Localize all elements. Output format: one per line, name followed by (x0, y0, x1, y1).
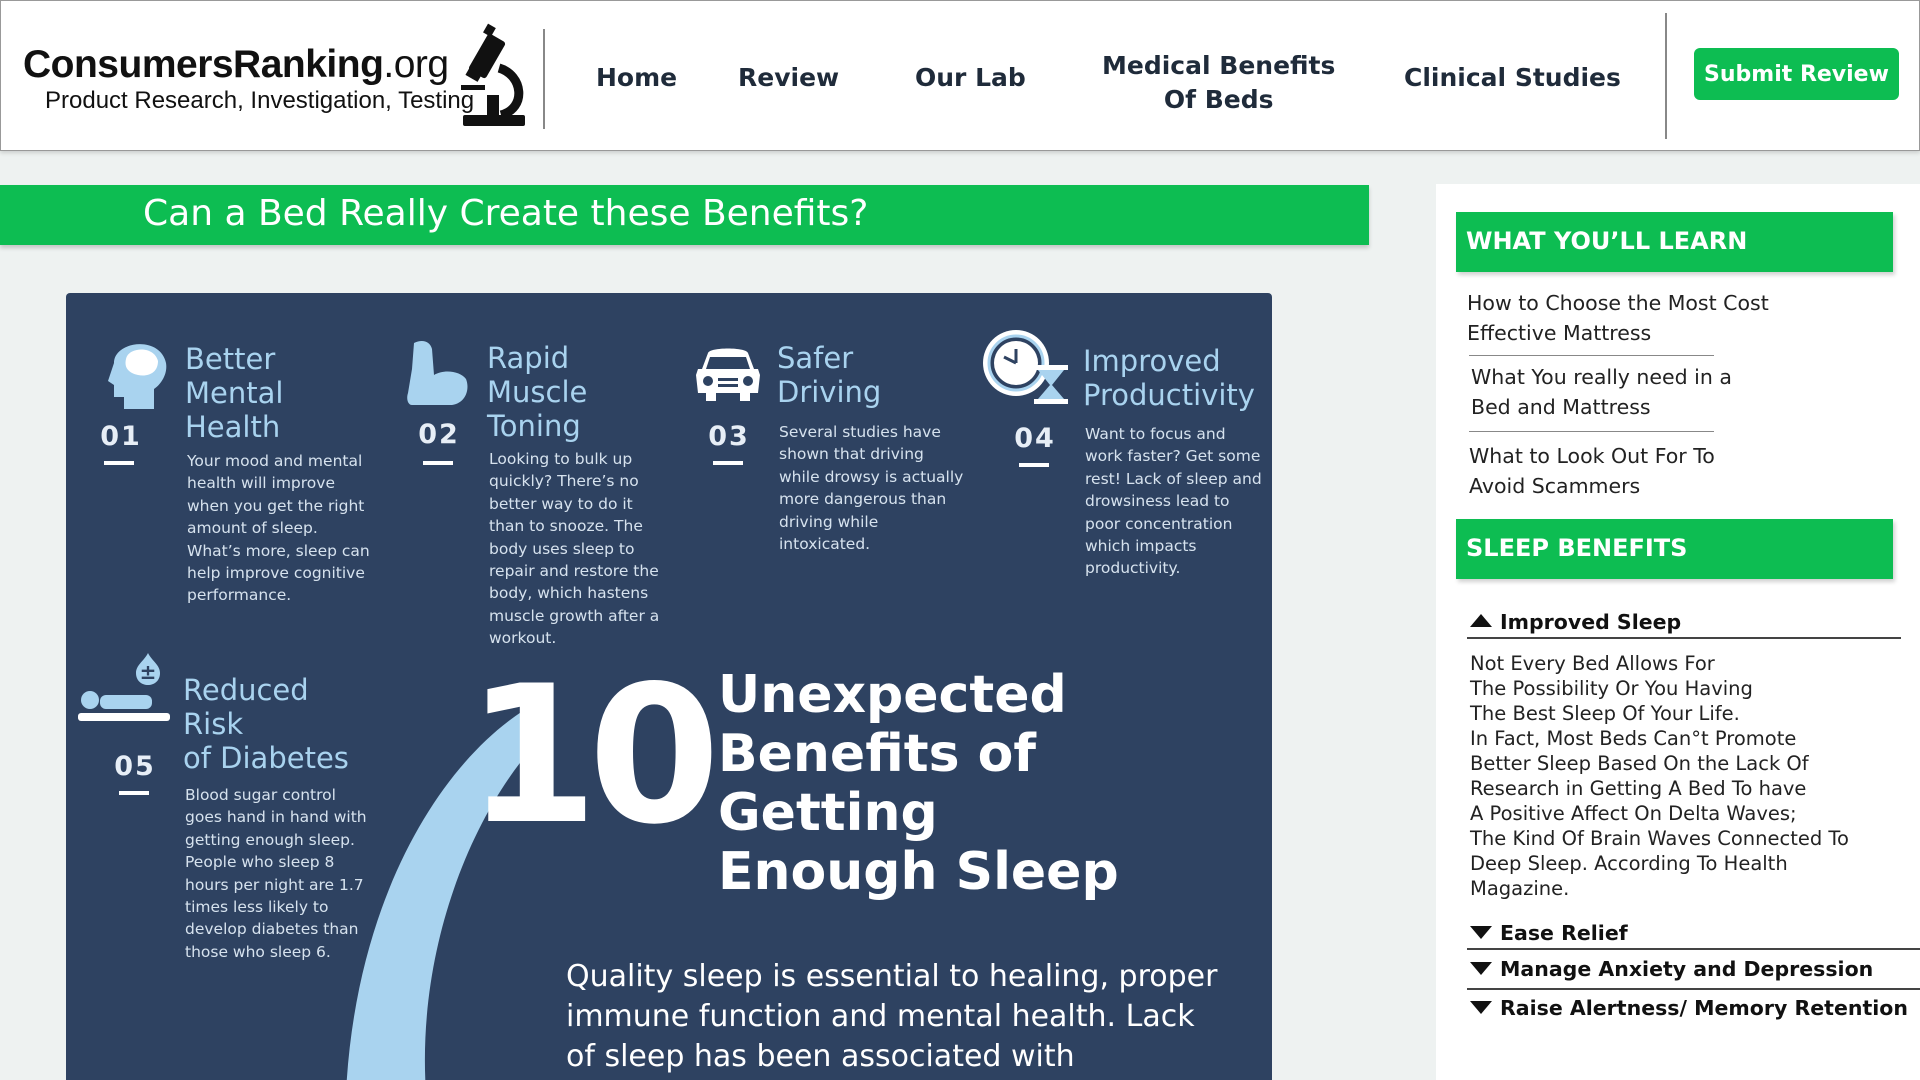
big-number: 10 (466, 645, 720, 866)
nav-review[interactable]: Review (738, 61, 839, 95)
learn-heading: WHAT YOU’LL LEARN (1466, 227, 1748, 255)
caret-down-icon (1470, 926, 1492, 939)
benefit-2-number: 02 (418, 419, 460, 450)
header-divider-right (1665, 13, 1667, 139)
infographic-title: Unexpected Benefits of Getting Enough Sl… (718, 665, 1119, 902)
benefit-2-title: Rapid Muscle Toning (487, 341, 588, 443)
learn-divider (1469, 355, 1714, 356)
nav-home[interactable]: Home (596, 61, 677, 95)
benefit-1-title: Better Mental Health (185, 342, 284, 444)
sleep-benefits-heading: SLEEP BENEFITS (1466, 534, 1688, 562)
logo-brand: ConsumersRanking.org (23, 43, 449, 86)
benefit-2-dash (423, 461, 453, 465)
accordion-manage-anxiety[interactable]: Manage Anxiety and Depression (1470, 956, 1873, 982)
learn-divider (1469, 431, 1714, 432)
learn-item-avoid-scammers[interactable]: What to Look Out For To Avoid Scammers (1469, 441, 1715, 501)
logo-tagline: Product Research, Investigation, Testing (45, 87, 475, 114)
benefit-2-desc: Looking to bulk up quickly? There’s no b… (489, 450, 660, 648)
brain-head-icon (108, 344, 167, 409)
section-heading-bar: Can a Bed Really Create these Benefits? (0, 185, 1369, 245)
benefit-4-title: Improved Productivity (1083, 344, 1255, 412)
learn-item-what-you-need[interactable]: What You really need in a Bed and Mattre… (1471, 362, 1732, 422)
accordion-raise-alertness[interactable]: Raise Alertness/ Memory Retention (1470, 995, 1908, 1021)
benefit-5-title: Reduced Risk of Diabetes (183, 673, 349, 775)
benefit-3-number: 03 (708, 421, 750, 452)
benefit-4-desc: Want to focus and work faster? Get some … (1085, 425, 1262, 578)
benefit-4-dash (1019, 463, 1049, 467)
site-header: ConsumersRanking.org Product Research, I… (0, 0, 1920, 151)
sleeping-person-icon: ± (78, 653, 170, 721)
benefit-5-number: 05 (114, 751, 156, 782)
clock-hourglass-icon (983, 330, 1068, 404)
benefit-3-title: Safer Driving (777, 341, 882, 409)
accordion-divider (1467, 637, 1901, 639)
accordion-divider (1467, 948, 1920, 950)
infographic-quote: Quality sleep is essential to healing, p… (566, 959, 1218, 1080)
car-icon (696, 348, 760, 401)
section-heading: Can a Bed Really Create these Benefits? (143, 193, 869, 234)
benefit-4-number: 04 (1014, 423, 1056, 454)
header-divider (543, 29, 545, 129)
site-logo[interactable]: ConsumersRanking.org Product Research, I… (23, 43, 475, 133)
accordion-improved-sleep[interactable]: Improved Sleep (1470, 609, 1681, 635)
benefit-3-dash (713, 461, 743, 465)
accordion-divider (1467, 988, 1920, 990)
learn-item-cost-effective[interactable]: How to Choose the Most Cost Effective Ma… (1467, 288, 1769, 348)
nav-medical-benefits[interactable]: Medical Benefits Of Beds (1102, 49, 1335, 117)
benefit-1-number: 01 (100, 421, 142, 452)
flexed-arm-icon (407, 341, 468, 405)
caret-down-icon (1470, 962, 1492, 975)
caret-down-icon (1470, 1001, 1492, 1014)
submit-review-button[interactable]: Submit Review (1694, 48, 1899, 100)
improved-sleep-content: Not Every Bed Allows For The Possibility… (1470, 652, 1849, 900)
sleep-benefits-heading-bar: SLEEP BENEFITS (1456, 519, 1893, 579)
benefit-5-dash (119, 791, 149, 795)
accordion-ease-relief[interactable]: Ease Relief (1470, 920, 1628, 946)
learn-heading-bar: WHAT YOU’LL LEARN (1456, 212, 1893, 272)
caret-up-icon (1470, 614, 1492, 627)
nav-clinical-studies[interactable]: Clinical Studies (1404, 61, 1621, 95)
microscope-icon (461, 23, 525, 126)
benefit-3-desc: Several studies have shown that driving … (779, 423, 964, 554)
nav-our-lab[interactable]: Our Lab (915, 61, 1026, 95)
sleep-infographic: Better Mental Health 01 Your mood and me… (66, 293, 1272, 1080)
svg-text:±: ± (140, 660, 157, 684)
sidebar: WHAT YOU’LL LEARN How to Choose the Most… (1436, 184, 1920, 1080)
benefit-1-dash (104, 461, 134, 465)
benefit-1-desc: Your mood and mental health will improve… (187, 452, 370, 605)
